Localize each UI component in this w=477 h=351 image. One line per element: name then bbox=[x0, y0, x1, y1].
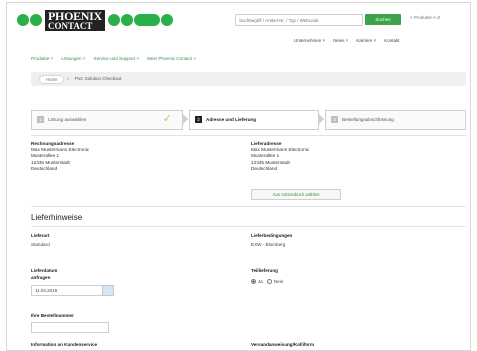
step-arrow-icon bbox=[318, 113, 324, 125]
teillieferung-options: Ja Nein bbox=[251, 279, 283, 284]
phoenix-contact-logo[interactable]: PHOENIX CONTACT bbox=[17, 9, 173, 31]
calendar-icon[interactable] bbox=[102, 285, 114, 296]
radio-nein-label: Nein bbox=[273, 279, 284, 284]
order-number-field[interactable] bbox=[31, 322, 109, 333]
page-frame: PHOENIX CONTACT Suchen > Produkte A-Z Un… bbox=[6, 2, 471, 351]
step-number: 1 bbox=[37, 116, 44, 123]
step-label: Lösung auswählen bbox=[48, 117, 87, 122]
date-input[interactable] bbox=[32, 286, 102, 295]
checkmark-icon: ✓ bbox=[162, 113, 172, 125]
logo-circle-icon bbox=[120, 14, 133, 26]
logo-circle-icon bbox=[160, 14, 173, 26]
search-input[interactable] bbox=[236, 15, 362, 25]
divider bbox=[31, 226, 466, 227]
lieferbedingungen-label: Lieferbedingungen bbox=[251, 233, 293, 238]
step-label: Bestellungsabschlüssung bbox=[342, 117, 394, 122]
breadcrumb: Home > PxC Solution Checkout bbox=[31, 72, 466, 86]
products-az-link[interactable]: > Produkte A-Z bbox=[410, 15, 440, 20]
chevron-down-icon: ˅ bbox=[322, 38, 326, 43]
step-label: Adresse und Lieferung bbox=[206, 117, 257, 122]
search-button[interactable]: Suchen bbox=[365, 14, 401, 25]
chevron-down-icon: ˅ bbox=[136, 56, 140, 61]
kundenservice-label: Information an Kundenservice bbox=[31, 342, 98, 347]
address-book-button[interactable]: Aus Adressbuch wählen bbox=[251, 189, 341, 200]
brand-line-2: CONTACT bbox=[45, 21, 105, 31]
breadcrumb-home[interactable]: Home bbox=[39, 75, 65, 84]
breadcrumb-current: PxC Solution Checkout bbox=[75, 76, 122, 81]
checkout-steps: 1 Lösung auswählen ✓ 2 Adresse und Liefe… bbox=[31, 110, 466, 130]
versandanweisung-label: Versandanweisung/Kolliform bbox=[251, 342, 315, 347]
date-field[interactable] bbox=[31, 285, 103, 296]
order-number-input[interactable] bbox=[32, 323, 108, 332]
lieferdatum-label-2: anfragen bbox=[31, 275, 51, 280]
billing-line: Deutschland bbox=[31, 165, 58, 171]
step-adresse[interactable]: 2 Adresse und Lieferung bbox=[189, 110, 319, 130]
nav-item-loesungen[interactable]: Lösungen ˅ bbox=[61, 56, 85, 61]
step-arrow-icon bbox=[182, 113, 188, 125]
nav-item-service[interactable]: Service und Support ˅ bbox=[94, 56, 140, 61]
subnav-item-karriere[interactable]: Karriere ˅ bbox=[356, 38, 376, 43]
lieferart-value: Standard bbox=[31, 242, 50, 247]
divider bbox=[31, 135, 466, 136]
top-subnav: Unternehmen ˅ News ˅ Karriere ˅ Kontakt bbox=[294, 38, 400, 43]
lieferart-label: Lieferart bbox=[31, 233, 50, 238]
nav-item-mein-phoenix[interactable]: Mein Phoenix Contact ˅ bbox=[147, 56, 196, 61]
divider bbox=[31, 206, 466, 207]
logo-circle-icon bbox=[17, 14, 29, 26]
breadcrumb-separator: > bbox=[67, 76, 70, 81]
radio-nein[interactable] bbox=[266, 279, 272, 284]
bestellnummer-label: Ihre Bestellnummer bbox=[31, 313, 74, 318]
step-number: 3 bbox=[331, 116, 338, 123]
lieferbedingungen-value: EXW - Blomberg bbox=[251, 242, 286, 247]
subnav-item-kontakt[interactable]: Kontakt bbox=[384, 38, 399, 43]
main-nav: Produkte ˅ Lösungen ˅ Service und Suppor… bbox=[31, 56, 196, 61]
step-number: 2 bbox=[195, 116, 202, 123]
logo-circle-icon bbox=[107, 14, 120, 26]
subnav-item-unternehmen[interactable]: Unternehmen ˅ bbox=[294, 38, 325, 43]
chevron-down-icon: ˅ bbox=[373, 38, 377, 43]
brand-wordmark: PHOENIX CONTACT bbox=[45, 9, 105, 31]
section-title: Lieferhinweise bbox=[31, 213, 83, 222]
brand-line-1: PHOENIX bbox=[45, 9, 105, 22]
logo-pill-icon bbox=[133, 14, 160, 26]
shipping-line: Deutschland bbox=[251, 165, 278, 171]
chevron-down-icon: ˅ bbox=[82, 56, 86, 61]
step-bestellung[interactable]: 3 Bestellungsabschlüssung bbox=[325, 110, 466, 130]
subnav-item-news[interactable]: News ˅ bbox=[333, 38, 348, 43]
logo-circle-icon bbox=[30, 14, 42, 26]
chevron-down-icon: ˅ bbox=[345, 38, 349, 43]
billing-address: Rechnungsadresse Max Mustermann Electron… bbox=[31, 141, 89, 172]
shipping-address: Lieferadresse Max Mustermann Electronic … bbox=[251, 141, 309, 172]
lieferdatum-label: Lieferdatum bbox=[31, 268, 58, 273]
chevron-down-icon: ˅ bbox=[50, 56, 54, 61]
nav-item-produkte[interactable]: Produkte ˅ bbox=[31, 56, 53, 61]
radio-ja-label: Ja bbox=[258, 279, 263, 284]
step-loesung[interactable]: 1 Lösung auswählen ✓ bbox=[31, 110, 183, 130]
radio-ja[interactable] bbox=[251, 279, 256, 284]
search-field[interactable] bbox=[235, 14, 363, 26]
chevron-down-icon: ˅ bbox=[193, 56, 197, 61]
teillieferung-label: Teillieferung bbox=[251, 268, 278, 273]
